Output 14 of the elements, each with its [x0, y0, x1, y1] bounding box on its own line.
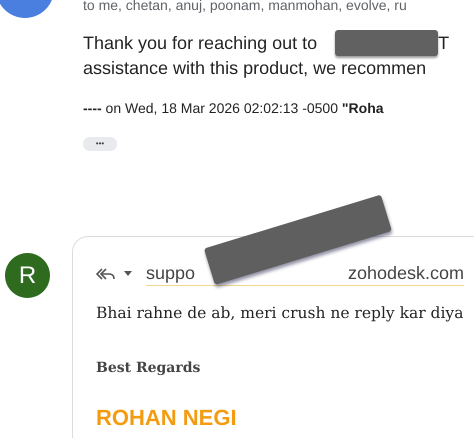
reply-all-icon[interactable]: [96, 266, 116, 282]
recipient-address[interactable]: zohodesk.com: [348, 261, 464, 285]
recipient-address[interactable]: suppo: [146, 261, 196, 285]
quote-header: ---- on Wed, 18 Mar 2026 02:02:13 -0500 "Roha: [83, 99, 385, 118]
signature-name: ROHAN NEGI: [96, 405, 238, 431]
recipients: to me, chetan, anuj, poonam, manmohan, evolve, ru: [83, 0, 408, 12]
reply-body: Bhai rahne de ab, meri crush ne reply kar diya: [96, 303, 464, 324]
closing-text: Best Regards: [96, 359, 202, 378]
message-text: Thank you for reaching out to: [83, 32, 318, 55]
message-text: T: [438, 32, 450, 55]
sender-avatar: R: [5, 253, 50, 298]
message-text: assistance with this product, we recommen: [83, 57, 426, 80]
caret-icon[interactable]: [124, 271, 132, 276]
show-trimmed-button[interactable]: •••: [83, 137, 117, 151]
